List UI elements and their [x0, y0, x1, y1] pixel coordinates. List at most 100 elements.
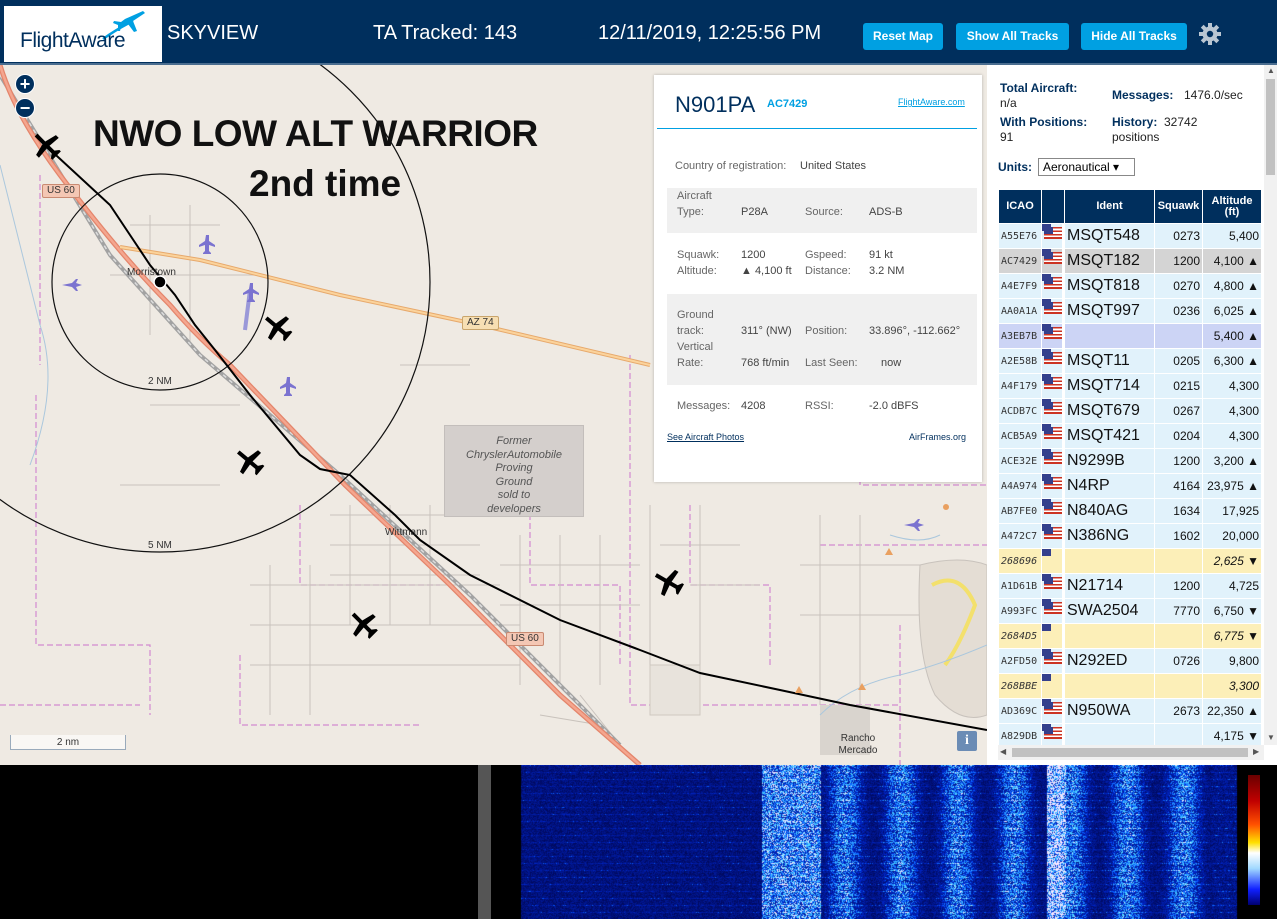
table-row[interactable]: 268696 2,625 ▼ [999, 549, 1261, 573]
cell-icao: A3EB7B [999, 324, 1041, 348]
table-row[interactable]: AC7429 MSQT182 1200 4,100 ▲ [999, 249, 1261, 273]
column-header-squawk[interactable]: Squawk [1155, 190, 1202, 223]
waterfall-colorbar [1248, 775, 1260, 905]
cell-squawk: 0270 [1155, 274, 1202, 298]
table-row[interactable]: ACDB7C MSQT679 0267 4,300 [999, 399, 1261, 423]
cell-icao: A1D61B [999, 574, 1041, 598]
cell-icao: ACE32E [999, 449, 1041, 473]
messages-rate-label: Messages: [1112, 88, 1174, 102]
table-row[interactable]: AD369C N950WA 2673 22,350 ▲ [999, 699, 1261, 723]
info-icon[interactable]: i [957, 731, 977, 751]
aircraft-table-container[interactable]: ICAO Ident Squawk Altitude (ft) A55E76 MS… [998, 189, 1262, 745]
us-flag-icon [1044, 377, 1062, 390]
table-row[interactable]: A4F179 MSQT714 0215 4,300 [999, 374, 1261, 398]
table-row[interactable]: A55E76 MSQT548 0273 5,400 [999, 224, 1261, 248]
with-positions-value: 91 [1000, 130, 1014, 144]
source-value: ADS-B [869, 206, 903, 218]
cell-icao: A4A974 [999, 474, 1041, 498]
rssi-value: -2.0 dBFS [869, 400, 919, 412]
us-flag-icon [1044, 352, 1062, 365]
table-row[interactable]: ACE32E N9299B 1200 3,200 ▲ [999, 449, 1261, 473]
road-shield-az74: AZ 74 [462, 316, 499, 330]
zoom-in-button[interactable]: + [15, 74, 35, 94]
table-row[interactable]: 268BBE 3,300 [999, 674, 1261, 698]
flightaware-logo[interactable]: FlightAware [4, 6, 162, 62]
column-header-altitude[interactable]: Altitude (ft) [1203, 190, 1261, 223]
cell-flag [1042, 649, 1062, 673]
cell-flag [1042, 399, 1062, 423]
column-header-ident[interactable]: Ident [1065, 190, 1154, 223]
place-label-morristown: Morristown [127, 267, 176, 278]
vertical-scrollbar[interactable]: ▲ ▼ [1264, 65, 1277, 745]
total-aircraft-value: n/a [1000, 96, 1017, 110]
cell-icao: 2684D5 [999, 624, 1041, 648]
cell-icao: ACB5A9 [999, 424, 1041, 448]
reset-map-button[interactable]: Reset Map [863, 23, 943, 50]
waterfall-display [491, 765, 1277, 919]
cell-altitude: 4,175 ▼ [1203, 724, 1261, 745]
table-row[interactable]: A2E58B MSQT11 0205 6,300 ▲ [999, 349, 1261, 373]
table-row[interactable]: A1D61B N21714 1200 4,725 [999, 574, 1261, 598]
table-row[interactable]: A4A974 N4RP 4164 23,975 ▲ [999, 474, 1261, 498]
units-select[interactable]: Aeronautical ▾ [1038, 158, 1135, 176]
table-row[interactable]: AA0A1A MSQT997 0236 6,025 ▲ [999, 299, 1261, 323]
cell-squawk: 0273 [1155, 224, 1202, 248]
selected-icao-link[interactable]: AC7429 [767, 98, 807, 110]
table-row[interactable]: AB7FE0 N840AG 1634 17,925 [999, 499, 1261, 523]
cell-ident: SWA2504 [1065, 599, 1154, 623]
cell-squawk: 1200 [1155, 574, 1202, 598]
table-row[interactable]: ACB5A9 MSQT421 0204 4,300 [999, 424, 1261, 448]
cell-squawk: 1634 [1155, 499, 1202, 523]
zoom-out-button[interactable]: − [15, 98, 35, 118]
type-label-line1: Aircraft [677, 190, 712, 202]
table-row[interactable]: A4E7F9 MSQT818 0270 4,800 ▲ [999, 274, 1261, 298]
vertical-scrollbar-thumb[interactable] [1266, 79, 1275, 175]
cell-squawk: 1200 [1155, 449, 1202, 473]
aircraft-photos-link[interactable]: See Aircraft Photos [667, 432, 744, 442]
cell-icao: A55E76 [999, 224, 1041, 248]
cell-altitude: 4,725 [1203, 574, 1261, 598]
airframes-link[interactable]: AirFrames.org [909, 432, 966, 442]
track-label-line2: track: [677, 325, 704, 337]
cell-flag [1042, 699, 1062, 723]
annotation-title: NWO LOW ALT WARRIOR [93, 113, 538, 154]
cell-ident: MSQT421 [1065, 424, 1154, 448]
altitude-label: Altitude: [677, 265, 717, 277]
cell-squawk: 4164 [1155, 474, 1202, 498]
cell-squawk [1155, 624, 1202, 648]
cell-icao: 268BBE [999, 674, 1041, 698]
table-row[interactable]: A993FC SWA2504 7770 6,750 ▼ [999, 599, 1261, 623]
table-row[interactable]: A472C7 N386NG 1602 20,000 [999, 524, 1261, 548]
cell-ident: N4RP [1065, 474, 1154, 498]
column-header-icao[interactable]: ICAO [999, 190, 1041, 223]
horizontal-scrollbar[interactable]: ◀ ▶ [998, 745, 1264, 760]
cell-squawk: 0267 [1155, 399, 1202, 423]
cell-flag [1042, 599, 1062, 623]
column-header-flag[interactable] [1042, 190, 1064, 223]
cell-ident: MSQT818 [1065, 274, 1154, 298]
table-row[interactable]: A2FD50 N292ED 0726 9,800 [999, 649, 1261, 673]
table-row[interactable]: A829DB 4,175 ▼ [999, 724, 1261, 745]
waterfall-splitter[interactable] [478, 765, 491, 919]
cell-altitude: 17,925 [1203, 499, 1261, 523]
cell-altitude: 3,300 [1203, 674, 1261, 698]
selected-aircraft-panel: N901PA AC7429 FlightAware.com Country of… [654, 75, 982, 482]
show-all-tracks-button[interactable]: Show All Tracks [956, 23, 1069, 50]
cell-ident: N840AG [1065, 499, 1154, 523]
table-row[interactable]: A3EB7B 5,400 ▲ [999, 324, 1261, 348]
cell-flag [1042, 449, 1062, 473]
map-scale-bar: 2 nm [10, 735, 126, 750]
gear-icon[interactable] [1198, 22, 1222, 46]
cell-squawk [1155, 674, 1202, 698]
us-flag-icon [1044, 702, 1062, 715]
horizontal-scrollbar-thumb[interactable] [1012, 748, 1248, 757]
cell-icao: AD369C [999, 699, 1041, 723]
hide-all-tracks-button[interactable]: Hide All Tracks [1081, 23, 1187, 50]
cell-altitude: 22,350 ▲ [1203, 699, 1261, 723]
cell-icao: A2E58B [999, 349, 1041, 373]
table-row[interactable]: 2684D5 6,775 ▼ [999, 624, 1261, 648]
cell-flag [1042, 674, 1062, 698]
flightaware-link[interactable]: FlightAware.com [898, 97, 965, 107]
messages-label: Messages: [677, 400, 731, 412]
cell-flag [1042, 349, 1062, 373]
